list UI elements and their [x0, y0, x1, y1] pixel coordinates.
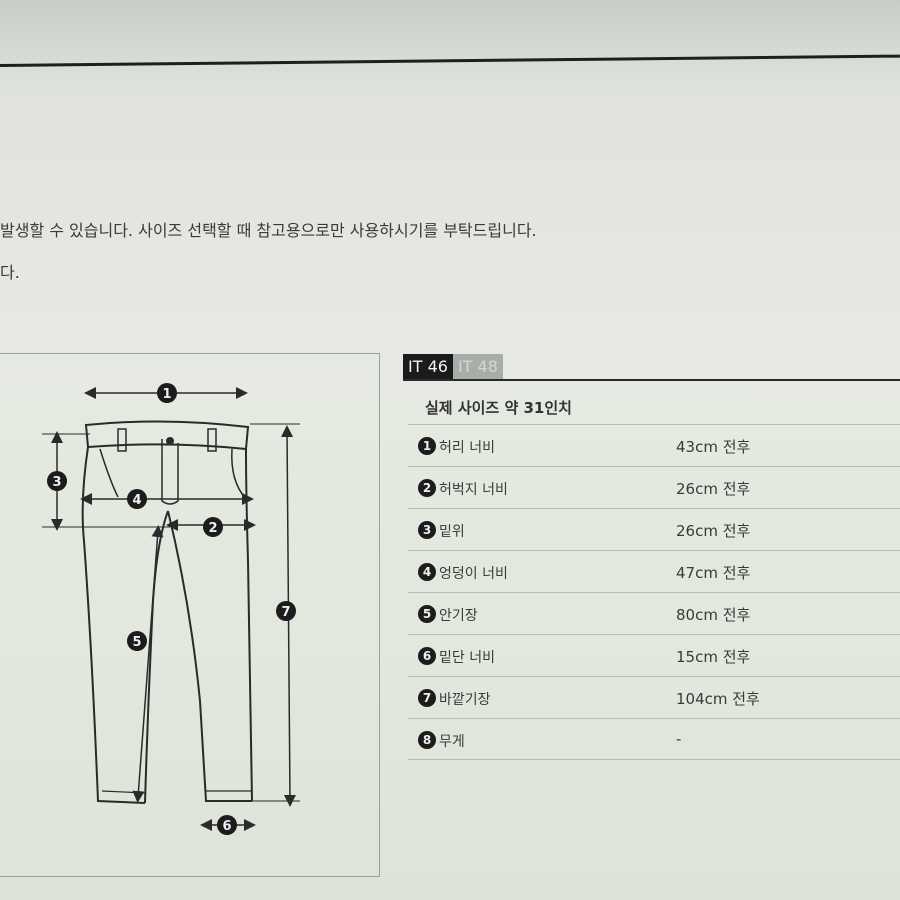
table-row: 5 안기장 80cm 전후 — [408, 592, 900, 634]
svg-text:5: 5 — [132, 635, 141, 650]
spec-label: 밑단 너비 — [439, 650, 495, 666]
svg-text:4: 4 — [132, 493, 141, 508]
marker-4: 4 — [127, 489, 147, 509]
number-badge: 7 — [418, 689, 436, 707]
tab-it-48[interactable]: IT 48 — [452, 354, 503, 380]
svg-text:6: 6 — [222, 819, 231, 834]
number-badge: 1 — [418, 437, 436, 455]
spec-label: 무게 — [439, 734, 465, 750]
table-row: 8 무게 - — [408, 718, 900, 760]
pants-measurement-diagram: 1 2 3 4 5 6 7 — [0, 353, 380, 877]
marker-5: 5 — [127, 631, 147, 651]
actual-size-title: 실제 사이즈 약 31인치 — [425, 399, 572, 417]
spec-value: 47cm 전후 — [676, 564, 751, 582]
measurement-guides — [42, 423, 300, 802]
spec-value: 43cm 전후 — [676, 438, 751, 456]
svg-text:2: 2 — [208, 521, 217, 536]
pants-outline — [81, 420, 253, 804]
spec-value: 26cm 전후 — [676, 480, 751, 498]
svg-text:7: 7 — [281, 605, 290, 620]
table-row: 3 밑위 26cm 전후 — [408, 508, 900, 550]
number-badge: 6 — [418, 647, 436, 665]
svg-text:3: 3 — [52, 475, 61, 490]
spec-label: 허리 너비 — [439, 440, 495, 456]
number-badge: 2 — [418, 479, 436, 497]
number-badge: 5 — [418, 605, 436, 623]
spec-value: 80cm 전후 — [676, 606, 751, 624]
marker-6: 6 — [217, 815, 237, 835]
marker-7: 7 — [276, 601, 296, 621]
number-badge: 4 — [418, 563, 436, 581]
top-divider — [0, 54, 900, 67]
tab-divider — [403, 379, 900, 381]
spec-label: 안기장 — [439, 608, 478, 624]
size-spec-table: 1 허리 너비 43cm 전후 2 허벅지 너비 26cm 전후 3 밑위 26… — [408, 424, 900, 760]
button-detail — [166, 437, 174, 445]
table-row: 1 허리 너비 43cm 전후 — [408, 424, 900, 466]
spec-label: 엉덩이 너비 — [439, 566, 508, 582]
table-row: 4 엉덩이 너비 47cm 전후 — [408, 550, 900, 592]
number-badge: 3 — [418, 521, 436, 539]
spec-label: 허벅지 너비 — [439, 482, 508, 498]
spec-label: 바깥기장 — [439, 692, 491, 708]
spec-value: 26cm 전후 — [676, 522, 751, 540]
table-row: 6 밑단 너비 15cm 전후 — [408, 634, 900, 676]
spec-value: 15cm 전후 — [676, 648, 751, 666]
svg-text:1: 1 — [162, 387, 171, 402]
measurement-lines — [51, 387, 296, 831]
number-badge: 8 — [418, 731, 436, 749]
spec-label: 밑위 — [439, 524, 465, 540]
table-row: 7 바깥기장 104cm 전후 — [408, 676, 900, 718]
spec-value: - — [676, 730, 682, 748]
pants-illustration: 1 2 3 4 5 6 7 — [42, 383, 300, 835]
tab-it-46[interactable]: IT 46 — [403, 354, 453, 380]
spec-value: 104cm 전후 — [676, 690, 760, 708]
size-notice-line-2: 다. — [0, 263, 20, 282]
marker-1: 1 — [157, 383, 177, 403]
marker-3: 3 — [47, 471, 67, 491]
size-notice-line-1: 발생할 수 있습니다. 사이즈 선택할 때 참고용으로만 사용하시기를 부탁드립… — [0, 221, 537, 240]
table-row: 2 허벅지 너비 26cm 전후 — [408, 466, 900, 508]
marker-2: 2 — [203, 517, 223, 537]
size-tabs: IT 46 IT 48 — [403, 354, 503, 380]
